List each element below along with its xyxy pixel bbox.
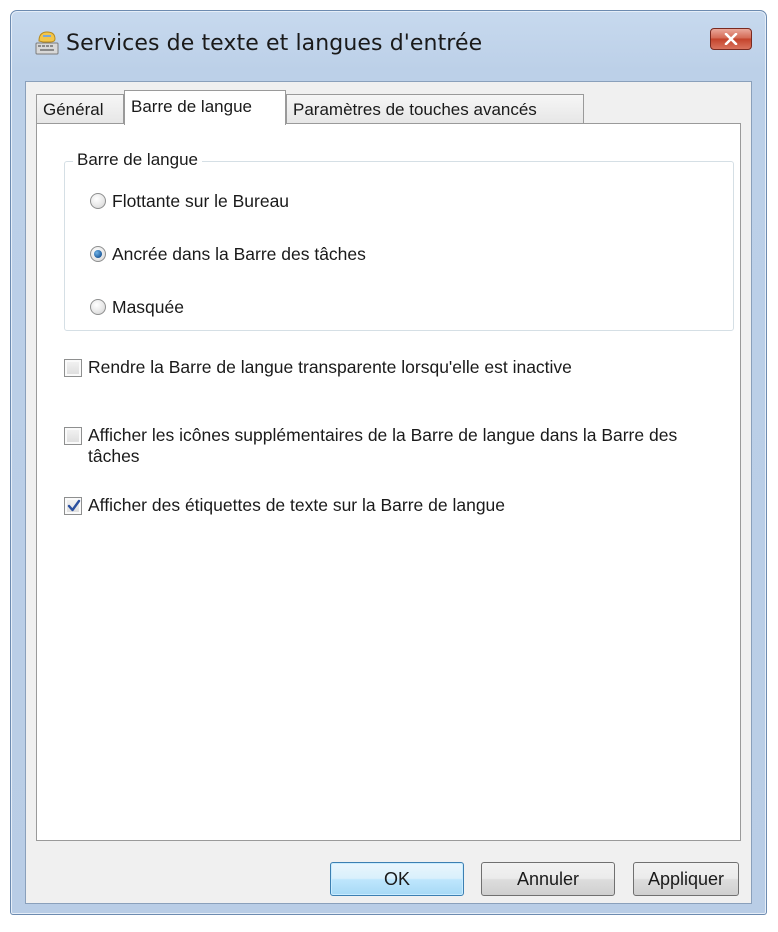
title-bar[interactable]: Services de texte et langues d'entrée [11, 11, 766, 71]
radio-floating-desktop[interactable]: Flottante sur le Bureau [90, 191, 289, 212]
radio-hidden[interactable]: Masquée [90, 297, 184, 318]
apply-button[interactable]: Appliquer [633, 862, 739, 896]
radio-label: Masquée [112, 297, 184, 317]
dialog-window: Services de texte et langues d'entrée Gé… [10, 10, 767, 915]
close-button[interactable] [710, 28, 752, 50]
checkbox-label: Afficher des étiquettes de texte sur la … [88, 495, 506, 515]
cancel-button[interactable]: Annuler [481, 862, 615, 896]
tab-label: Barre de langue [131, 97, 252, 116]
radio-button-selected[interactable] [90, 246, 106, 262]
tab-general[interactable]: Général [36, 94, 124, 124]
checkbox-box[interactable] [64, 359, 82, 377]
tab-language-bar[interactable]: Barre de langue [124, 90, 286, 125]
checkbox-extra-taskbar-icons[interactable]: Afficher les icônes supplémentaires de l… [64, 425, 714, 467]
checkbox-transparent-inactive[interactable]: Rendre la Barre de langue transparente l… [64, 357, 724, 378]
checkbox-box[interactable] [64, 427, 82, 445]
group-title: Barre de langue [73, 150, 202, 170]
close-icon [724, 33, 738, 45]
radio-button[interactable] [90, 299, 106, 315]
tab-label: Paramètres de touches avancés [293, 100, 537, 119]
tab-panel: Barre de langue Flottante sur le Bureau … [36, 123, 741, 841]
radio-label: Ancrée dans la Barre des tâches [112, 244, 366, 264]
ok-button[interactable]: OK [330, 862, 464, 896]
tab-label: Général [43, 100, 104, 119]
dialog-client-area: Général Barre de langue Paramètres de to… [25, 81, 752, 904]
radio-button[interactable] [90, 193, 106, 209]
checkmark-icon [67, 499, 81, 512]
radio-label: Flottante sur le Bureau [112, 191, 290, 211]
checkbox-text-labels[interactable]: Afficher des étiquettes de texte sur la … [64, 495, 724, 516]
checkbox-label: Afficher les icônes supplémentaires de l… [88, 425, 678, 466]
checkbox-label: Rendre la Barre de langue transparente l… [88, 357, 572, 377]
checkbox-box-checked[interactable] [64, 497, 82, 515]
radio-docked-taskbar[interactable]: Ancrée dans la Barre des tâches [90, 244, 366, 265]
window-title: Services de texte et langues d'entrée [66, 31, 483, 56]
language-services-icon [33, 29, 61, 57]
tab-advanced-key-settings[interactable]: Paramètres de touches avancés [286, 94, 584, 124]
language-bar-groupbox: Barre de langue Flottante sur le Bureau … [64, 150, 734, 331]
